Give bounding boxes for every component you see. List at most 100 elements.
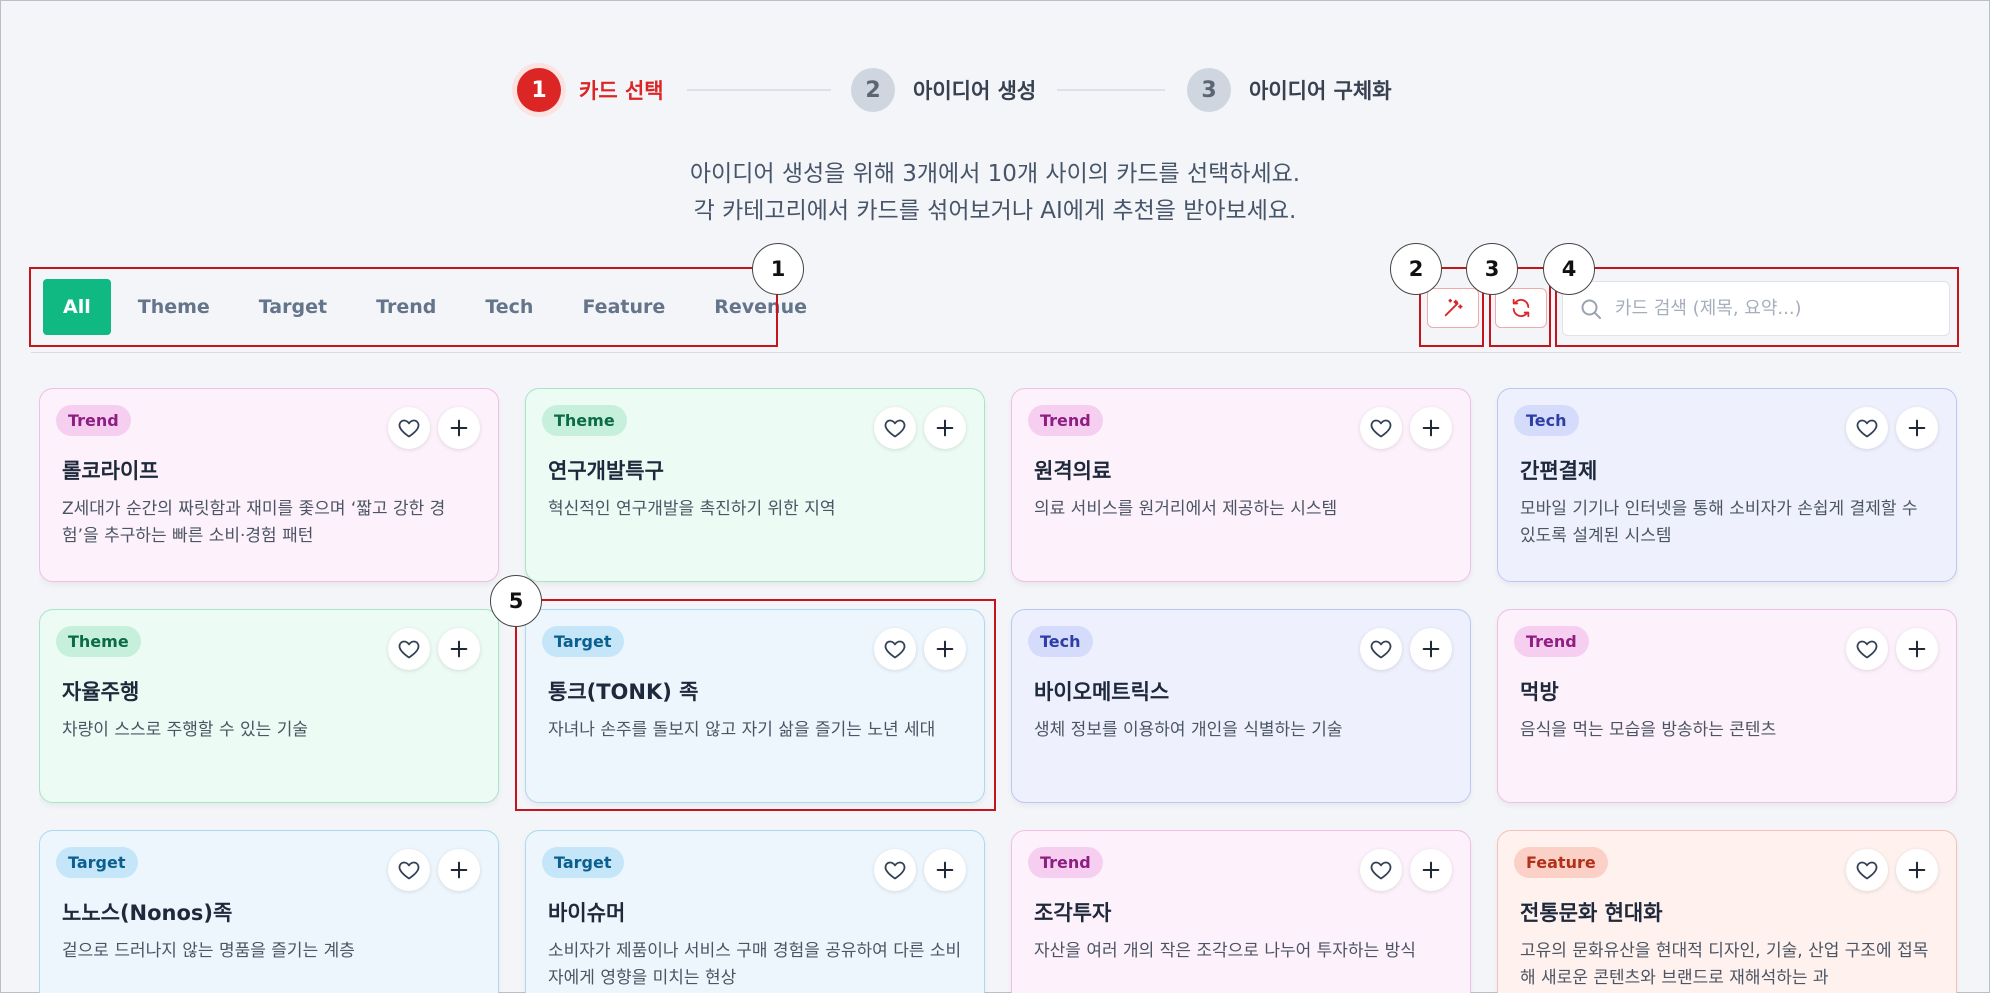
instruction-line-2: 각 카테고리에서 카드를 섞어보거나 AI에게 추천을 받아보세요. [693,198,1297,224]
card[interactable]: Target 통크(TONK) 족 자녀나 손주를 돌보지 않고 자기 삶을 즐… [525,609,985,803]
card-description: 혁신적인 연구개발을 촉진하기 위한 지역 [548,499,836,519]
step-number: 3 [1187,68,1231,112]
card[interactable]: Target 노노스(Nonos)족 겉으로 드러나지 않는 명품을 즐기는 계… [39,830,499,993]
category-tabs: All Theme Target Trend Tech Feature Reve… [43,279,834,335]
add-card-button[interactable] [924,628,966,670]
step-2[interactable]: 2 아이디어 생성 [851,65,1036,115]
favorite-button[interactable] [388,849,430,891]
category-tag: Theme [56,626,141,657]
card[interactable]: Feature 전통문화 현대화 고유의 문화유산을 현대적 디자인, 기술, … [1497,830,1957,993]
add-card-button[interactable] [1896,628,1938,670]
category-tag: Feature [1514,847,1608,878]
card-search[interactable] [1562,281,1950,336]
tab-theme[interactable]: Theme [116,279,232,335]
category-tag: Trend [1514,626,1589,657]
card-description: 고유의 문화유산을 현대적 디자인, 기술, 산업 구조에 접목해 새로운 콘텐… [1520,941,1929,988]
category-tag: Tech [1028,626,1093,657]
card-description: 음식을 먹는 모습을 방송하는 콘텐츠 [1520,720,1777,740]
card[interactable]: Theme 연구개발특구 혁신적인 연구개발을 촉진하기 위한 지역 [525,388,985,582]
heart-icon [398,861,420,880]
stepper: 1 카드 선택 2 아이디어 생성 3 아이디어 구체화 [1,65,1989,115]
heart-icon [1370,640,1392,659]
favorite-button[interactable] [1360,628,1402,670]
callout-badge: 5 [490,575,542,627]
favorite-button[interactable] [1846,628,1888,670]
card[interactable]: Trend 조각투자 자산을 여러 개의 작은 조각으로 나누어 투자하는 방식 [1011,830,1471,993]
heart-icon [1370,861,1392,880]
add-card-button[interactable] [924,407,966,449]
favorite-button[interactable] [874,407,916,449]
heart-icon [884,419,906,438]
plus-icon [450,419,468,437]
card-title: 노노스(Nonos)족 [62,901,233,925]
tab-tech[interactable]: Tech [463,279,555,335]
plus-icon [1422,861,1440,879]
callout-badge: 1 [752,243,804,295]
card[interactable]: Tech 간편결제 모바일 기기나 인터넷을 통해 소비자가 손쉽게 결제할 수… [1497,388,1957,582]
card[interactable]: Trend 원격의료 의료 서비스를 원거리에서 제공하는 시스템 [1011,388,1471,582]
category-tag: Target [56,847,138,878]
favorite-button[interactable] [874,849,916,891]
refresh-icon [1512,298,1530,318]
step-label: 카드 선택 [579,79,664,103]
tab-target[interactable]: Target [237,279,349,335]
card[interactable]: Tech 바이오메트릭스 생체 정보를 이용하여 개인을 식별하는 기술 [1011,609,1471,803]
card-description: 소비자가 제품이나 서비스 구매 경험을 공유하여 다른 소비자에게 영향을 미… [548,941,962,988]
add-card-button[interactable] [1410,628,1452,670]
favorite-button[interactable] [1846,407,1888,449]
card-description: Z세대가 순간의 짜릿함과 재미를 좇으며 ‘짧고 강한 경험’을 추구하는 빠… [62,499,446,546]
add-card-button[interactable] [1896,407,1938,449]
card-description: 차량이 스스로 주행할 수 있는 기술 [62,720,308,740]
add-card-button[interactable] [438,849,480,891]
favorite-button[interactable] [388,407,430,449]
favorite-button[interactable] [1360,849,1402,891]
add-card-button[interactable] [1896,849,1938,891]
category-tag: Theme [542,405,627,436]
heart-icon [1370,419,1392,438]
favorite-button[interactable] [874,628,916,670]
favorite-button[interactable] [388,628,430,670]
step-connector [687,89,831,91]
add-card-button[interactable] [1410,407,1452,449]
card[interactable]: Trend 롤코라이프 Z세대가 순간의 짜릿함과 재미를 좇으며 ‘짧고 강한… [39,388,499,582]
ai-recommend-button[interactable] [1427,288,1479,328]
tab-feature[interactable]: Feature [560,279,687,335]
plus-icon [1422,640,1440,658]
favorite-button[interactable] [1846,849,1888,891]
favorite-button[interactable] [1360,407,1402,449]
card-title: 먹방 [1520,680,1559,704]
add-card-button[interactable] [924,849,966,891]
card-title: 바이슈머 [548,901,626,925]
card-title: 연구개발특구 [548,459,664,483]
tab-trend[interactable]: Trend [354,279,458,335]
step-number: 1 [517,68,561,112]
step-1[interactable]: 1 카드 선택 [517,65,664,115]
card-title: 통크(TONK) 족 [548,680,699,704]
plus-icon [450,640,468,658]
step-connector [1057,89,1165,91]
card-description: 생체 정보를 이용하여 개인을 식별하는 기술 [1034,720,1343,740]
card-title: 바이오메트릭스 [1034,680,1170,704]
plus-icon [450,861,468,879]
step-3[interactable]: 3 아이디어 구체화 [1187,65,1392,115]
card[interactable]: Theme 자율주행 차량이 스스로 주행할 수 있는 기술 [39,609,499,803]
tab-all[interactable]: All [43,279,111,335]
card-title: 간편결제 [1520,459,1598,483]
add-card-button[interactable] [1410,849,1452,891]
plus-icon [1908,861,1926,879]
category-tag: Target [542,847,624,878]
heart-icon [1856,419,1878,438]
heart-icon [884,861,906,880]
add-card-button[interactable] [438,407,480,449]
add-card-button[interactable] [438,628,480,670]
shuffle-button[interactable] [1495,288,1547,328]
category-tag: Tech [1514,405,1579,436]
search-input[interactable] [1615,298,1935,319]
heart-icon [884,640,906,659]
search-icon [1581,299,1601,319]
card-description: 겉으로 드러나지 않는 명품을 즐기는 계층 [62,941,355,961]
card[interactable]: Trend 먹방 음식을 먹는 모습을 방송하는 콘텐츠 [1497,609,1957,803]
card[interactable]: Target 바이슈머 소비자가 제품이나 서비스 구매 경험을 공유하여 다른… [525,830,985,993]
plus-icon [1422,419,1440,437]
step-label: 아이디어 생성 [913,79,1037,103]
